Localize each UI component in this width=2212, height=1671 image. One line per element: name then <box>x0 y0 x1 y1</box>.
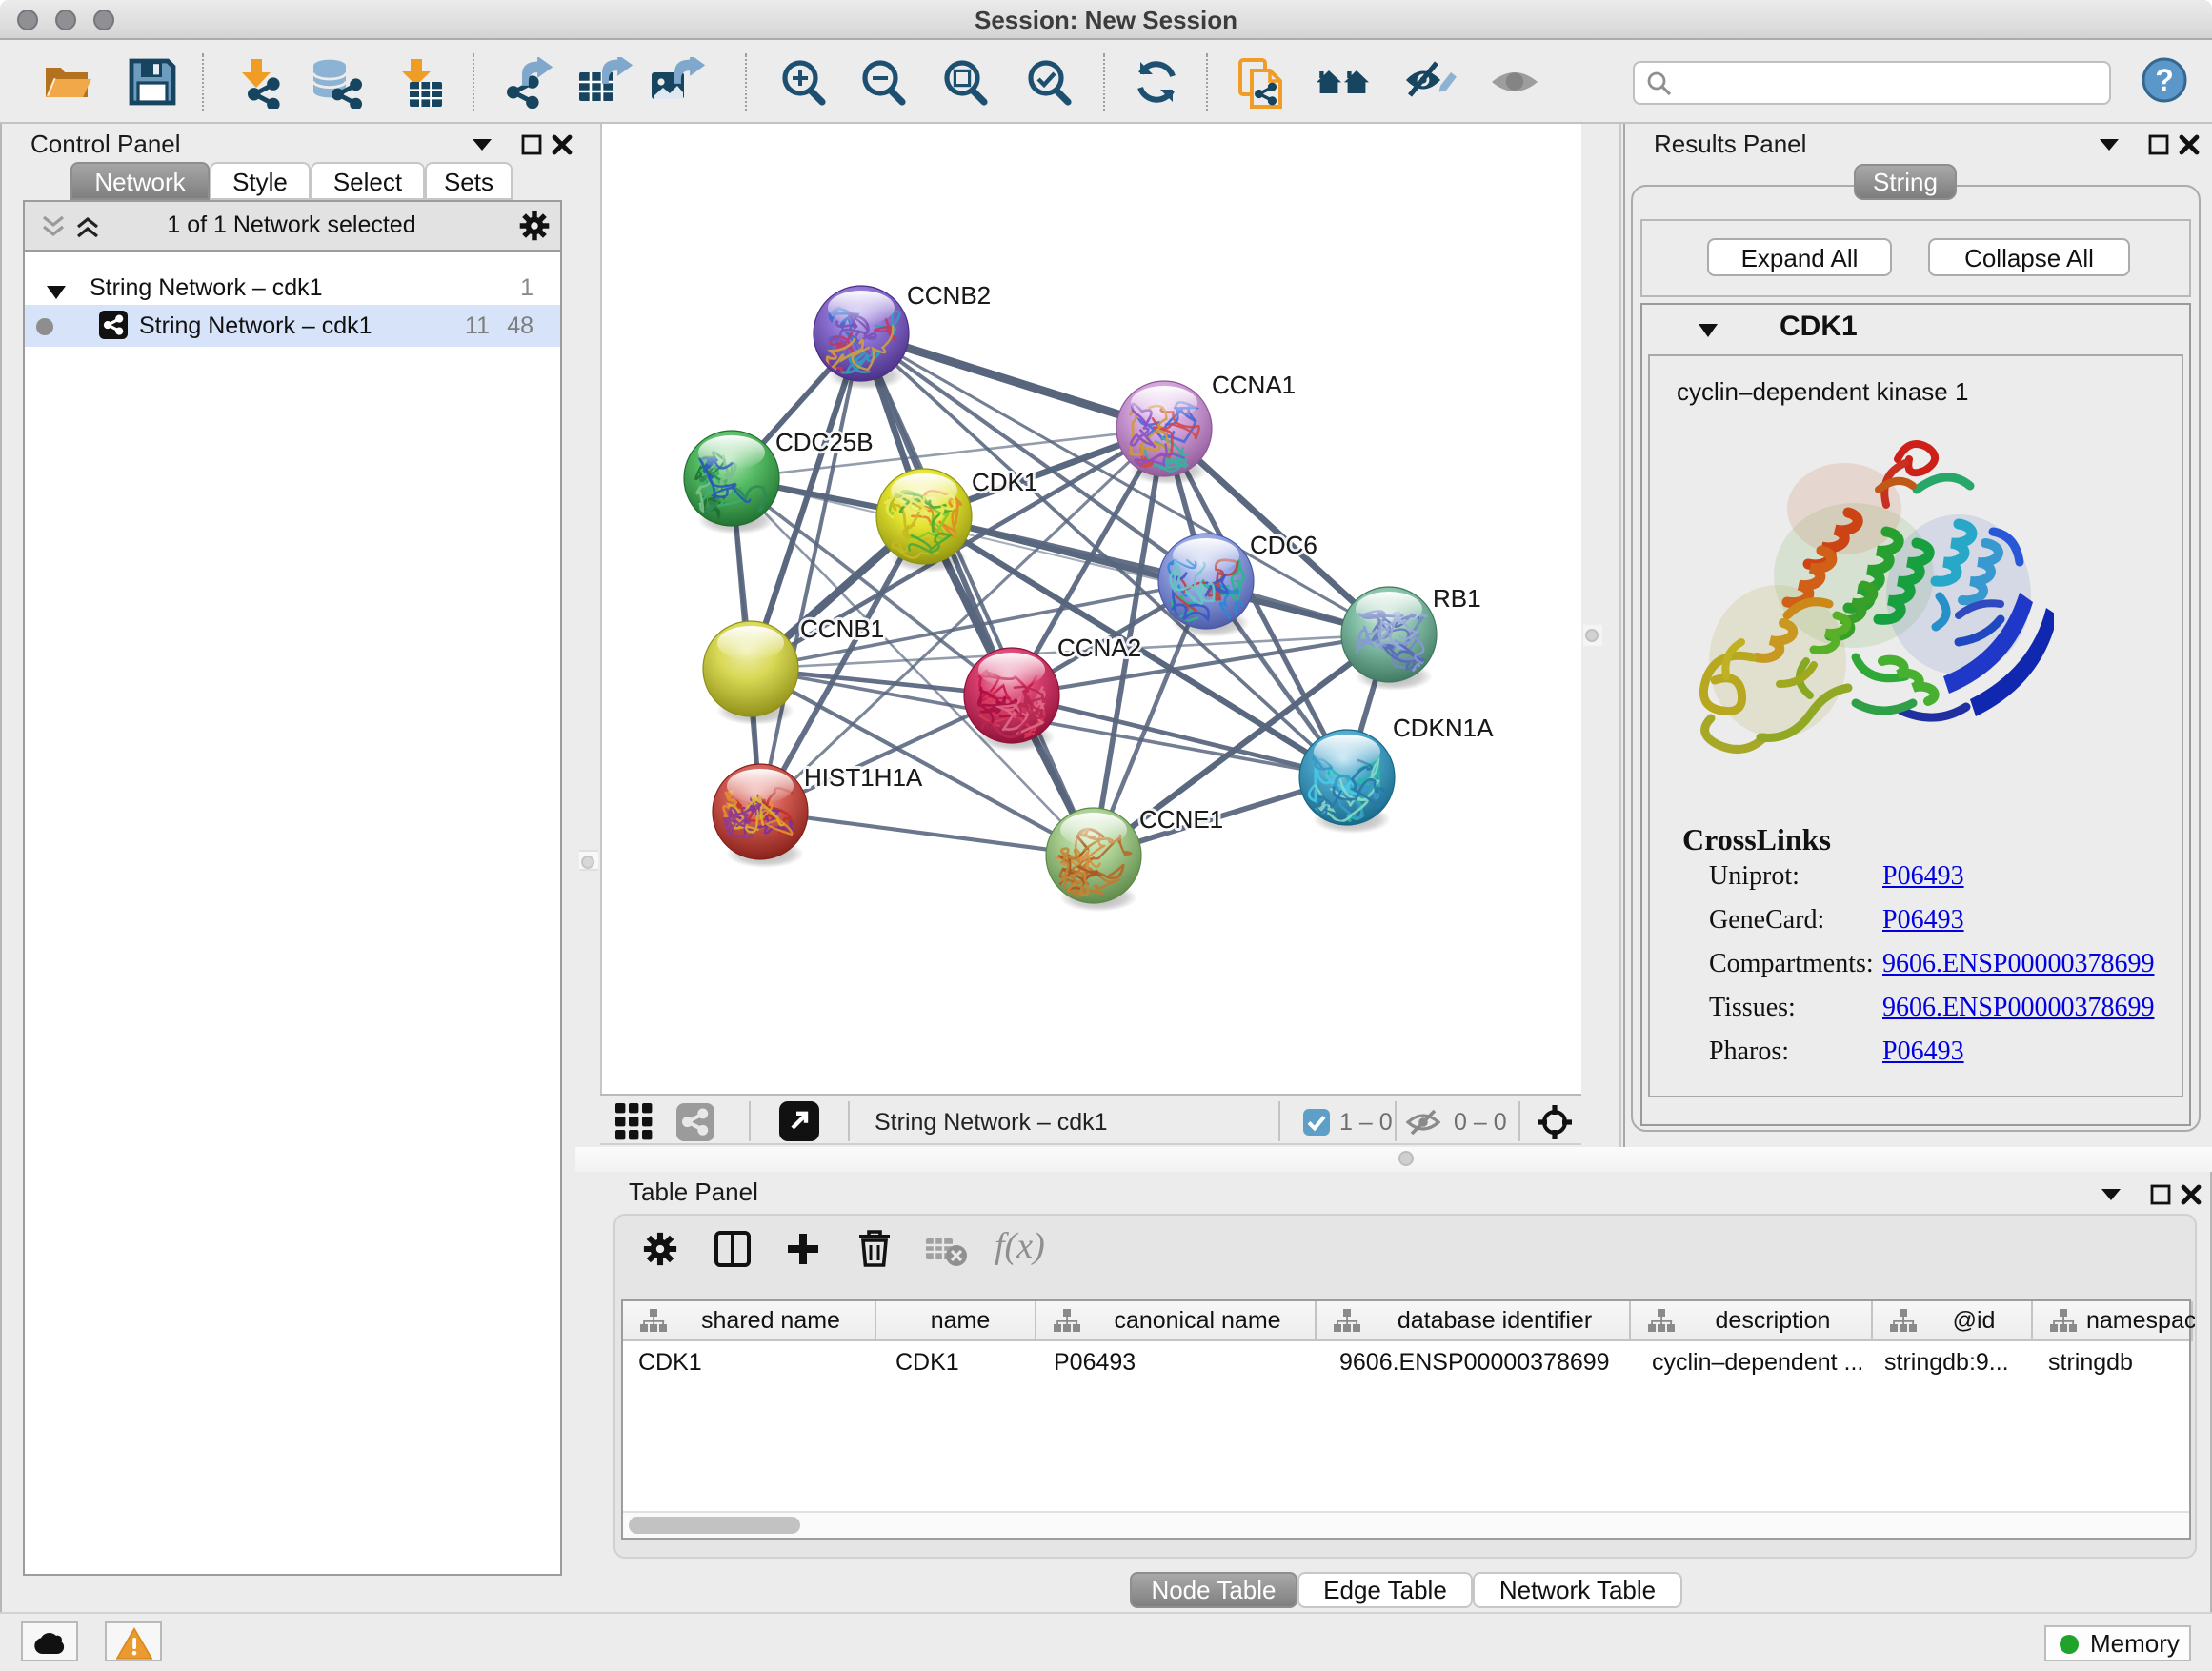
svg-text:CCNE1: CCNE1 <box>1139 805 1223 834</box>
svg-text:CCNB1: CCNB1 <box>800 614 884 643</box>
svg-text:RB1: RB1 <box>1433 584 1481 613</box>
svg-text:CDC25B: CDC25B <box>775 428 874 456</box>
svg-text:CCNA2: CCNA2 <box>1057 634 1141 662</box>
svg-text:CCNA1: CCNA1 <box>1212 371 1296 399</box>
svg-text:HIST1H1A: HIST1H1A <box>804 763 923 792</box>
svg-text:CDK1: CDK1 <box>972 468 1037 496</box>
svg-text:CDKN1A: CDKN1A <box>1393 714 1494 742</box>
svg-text:CDC6: CDC6 <box>1250 531 1317 559</box>
svg-text:?: ? <box>2155 63 2174 97</box>
svg-text:CCNB2: CCNB2 <box>907 281 991 310</box>
